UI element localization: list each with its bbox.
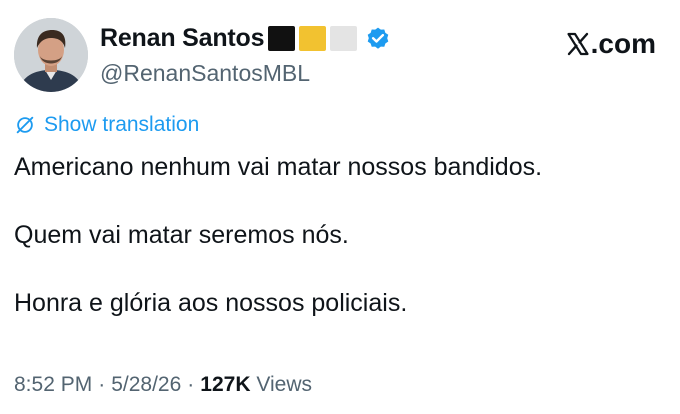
meta-separator: · (187, 373, 195, 396)
translate-icon (16, 116, 34, 134)
views-count: 127K (200, 373, 251, 396)
x-com-logo: .com (566, 28, 656, 60)
tweet-line: Quem vai matar seremos nós. (14, 221, 349, 249)
show-translation-label: Show translation (44, 113, 200, 136)
x-com-label: .com (590, 28, 656, 59)
views-label: Views (256, 373, 312, 396)
views-stat[interactable]: 127K Views (200, 373, 312, 397)
meta-separator: · (98, 373, 106, 396)
yellow-square-emoji (299, 26, 327, 51)
avatar-image (14, 18, 88, 92)
black-square-emoji (268, 26, 296, 51)
author-name-row: Renan Santos (100, 24, 391, 53)
tweet-time[interactable]: 8:52 PM (14, 373, 92, 397)
show-translation-link[interactable]: Show translation (14, 113, 199, 137)
tweet-text: Americano nenhum vai matar nossos bandid… (14, 150, 664, 320)
tweet-line: Honra e glória aos nossos policiais. (14, 289, 408, 317)
verified-badge-icon (365, 26, 391, 52)
tweet-meta: 8:52 PM · 5/28/26 · 127K Views (14, 373, 312, 397)
author-handle[interactable]: @RenanSantosMBL (100, 60, 310, 87)
tweet-line: Americano nenhum vai matar nossos bandid… (14, 153, 543, 181)
tweet-date[interactable]: 5/28/26 (111, 373, 181, 397)
author-name[interactable]: Renan Santos (100, 24, 265, 53)
avatar[interactable] (14, 18, 88, 92)
x-logo-icon (567, 32, 589, 56)
white-square-emoji (330, 26, 358, 51)
